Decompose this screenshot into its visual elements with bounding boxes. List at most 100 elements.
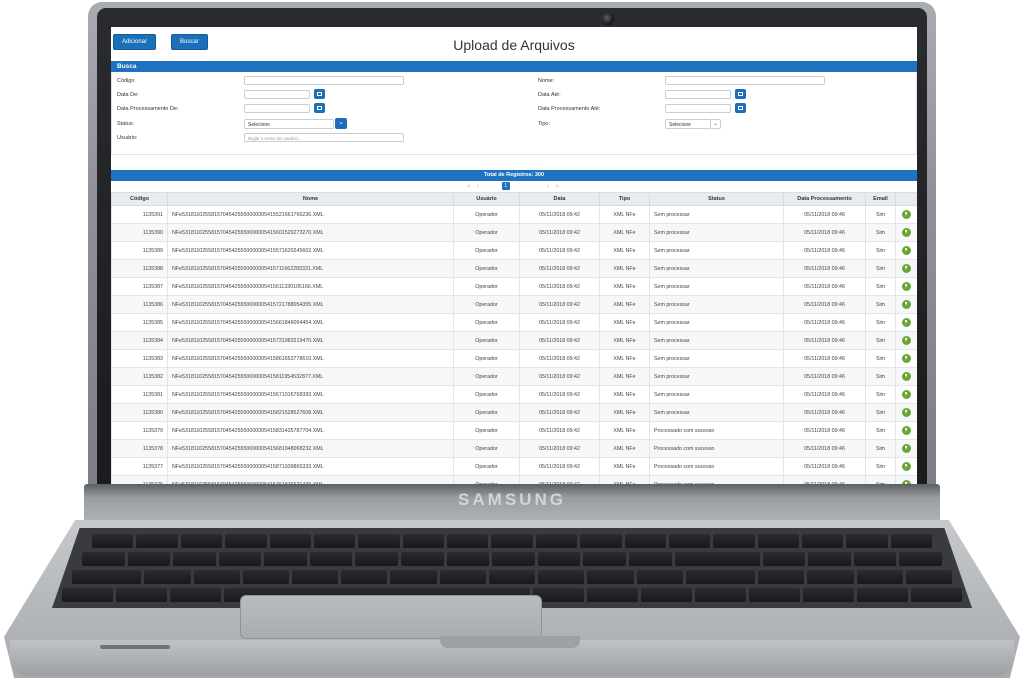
table-cell: 1135386 bbox=[111, 295, 168, 314]
chevron-down-icon[interactable]: ⌄ bbox=[711, 119, 721, 129]
download-icon[interactable] bbox=[902, 300, 911, 309]
data-ate-input[interactable] bbox=[665, 90, 731, 99]
codigo-input[interactable] bbox=[244, 76, 404, 85]
last-page-icon[interactable]: » bbox=[555, 183, 561, 190]
table-row[interactable]: 1135377 NFe531811025581570454255500000054… bbox=[111, 457, 917, 476]
download-icon[interactable] bbox=[902, 444, 911, 453]
table-cell: 05/11/2018 09:42 bbox=[519, 475, 600, 484]
table-cell: Operador bbox=[453, 223, 520, 242]
table-row[interactable]: 1135378 NFe531811025581570454255500000054… bbox=[111, 439, 917, 458]
first-page-icon[interactable]: « bbox=[467, 183, 473, 190]
table-cell: Sim bbox=[865, 223, 896, 242]
download-icon[interactable] bbox=[902, 228, 911, 237]
table-cell: 05/11/2018 09:46 bbox=[783, 205, 866, 224]
table-cell: 05/11/2018 09:42 bbox=[519, 403, 600, 422]
tipo-label: Tipo: bbox=[538, 121, 551, 127]
table-cell: Processado com sucesso bbox=[649, 457, 784, 476]
table-row[interactable]: 1135389 NFe531811025581570454255500000054… bbox=[111, 241, 917, 260]
table-cell: Operador bbox=[453, 475, 520, 484]
prev-page-icon[interactable]: ‹ bbox=[477, 183, 481, 190]
download-cell bbox=[895, 475, 917, 484]
table-row[interactable]: 1135383 NFe531811025581570454255500000054… bbox=[111, 349, 917, 368]
download-icon[interactable] bbox=[902, 282, 911, 291]
table-cell: 1135379 bbox=[111, 421, 168, 440]
table-row[interactable]: 1135387 NFe531811025581570454255500000054… bbox=[111, 277, 917, 296]
proc-ate-input[interactable] bbox=[665, 104, 731, 113]
table-cell: 05/11/2018 09:46 bbox=[783, 403, 866, 422]
table-cell: Sim bbox=[865, 349, 896, 368]
data-ate-label: Data Até: bbox=[538, 92, 561, 98]
nome-label: Nome: bbox=[538, 78, 555, 84]
table-row[interactable]: 1135386 NFe531811025581570454255500000054… bbox=[111, 295, 917, 314]
table-cell: Sem processar bbox=[649, 259, 784, 278]
col-header[interactable]: Código bbox=[111, 192, 168, 206]
col-header[interactable]: Usuário bbox=[453, 192, 520, 206]
col-header[interactable]: Status bbox=[649, 192, 784, 206]
table-cell: XML NFe bbox=[599, 385, 650, 404]
table-row[interactable]: 1135379 NFe531811025581570454255500000054… bbox=[111, 421, 917, 440]
table-cell: XML NFe bbox=[599, 457, 650, 476]
download-cell bbox=[895, 241, 917, 260]
page-title: Upload de Arquivos bbox=[453, 37, 575, 53]
table-cell: NFe5318110255815704542555000000541568194… bbox=[167, 439, 454, 458]
table-row[interactable]: 1135391 NFe531811025581570454255500000054… bbox=[111, 205, 917, 224]
col-header[interactable]: Nome bbox=[167, 192, 454, 206]
table-row[interactable]: 1135384 NFe531811025581570454255500000054… bbox=[111, 331, 917, 350]
table-row[interactable]: 1135380 NFe531811025581570454255500000054… bbox=[111, 403, 917, 422]
table-cell: 05/11/2018 09:42 bbox=[519, 457, 600, 476]
next-page-icon[interactable]: › bbox=[547, 183, 551, 190]
table-cell: Sim bbox=[865, 403, 896, 422]
download-icon[interactable] bbox=[902, 210, 911, 219]
table-cell: NFe5318110255815704542555000000541566184… bbox=[167, 313, 454, 332]
webcam-icon bbox=[602, 13, 614, 25]
table-row[interactable]: 1135381 NFe531811025581570454255500000054… bbox=[111, 385, 917, 404]
proc-de-input[interactable] bbox=[244, 104, 310, 113]
download-icon[interactable] bbox=[902, 246, 911, 255]
table-cell: Operador bbox=[453, 205, 520, 224]
table-cell: NFe5318110255815704542555000000541567101… bbox=[167, 385, 454, 404]
table-cell: Sim bbox=[865, 457, 896, 476]
table-cell: XML NFe bbox=[599, 421, 650, 440]
table-cell: 05/11/2018 09:42 bbox=[519, 313, 600, 332]
data-de-input[interactable] bbox=[244, 90, 310, 99]
col-header[interactable]: Data bbox=[519, 192, 600, 206]
col-header[interactable]: Data Processamento bbox=[783, 192, 866, 206]
download-icon[interactable] bbox=[902, 372, 911, 381]
status-select[interactable]: Selecione bbox=[244, 119, 334, 129]
current-page[interactable]: 1 bbox=[501, 182, 510, 191]
table-row[interactable]: 1135382 NFe531811025581570454255500000054… bbox=[111, 367, 917, 386]
calendar-icon[interactable] bbox=[314, 103, 325, 113]
table-header-row: Código Nome Usuário Data Tipo Status Dat… bbox=[111, 192, 917, 206]
download-cell bbox=[895, 259, 917, 278]
col-header[interactable]: Email bbox=[865, 192, 896, 206]
table-cell: 1135388 bbox=[111, 259, 168, 278]
download-icon[interactable] bbox=[902, 462, 911, 471]
table-cell: Sem processar bbox=[649, 349, 784, 368]
table-row[interactable]: 1135385 NFe531811025581570454255500000054… bbox=[111, 313, 917, 332]
download-icon[interactable] bbox=[902, 336, 911, 345]
usuario-input[interactable]: Digite o nome do usuário... bbox=[244, 133, 404, 142]
calendar-icon[interactable] bbox=[735, 103, 746, 113]
table-row[interactable]: 1135376NFe531811025581570454255500000054… bbox=[111, 475, 917, 484]
download-icon[interactable] bbox=[902, 408, 911, 417]
download-icon[interactable] bbox=[902, 264, 911, 273]
col-header[interactable]: Tipo bbox=[599, 192, 650, 206]
table-row[interactable]: 1135388 NFe531811025581570454255500000054… bbox=[111, 259, 917, 278]
download-icon[interactable] bbox=[902, 318, 911, 327]
table-cell: NFe5318110255815704542555000000541573198… bbox=[167, 331, 454, 350]
download-icon[interactable] bbox=[902, 426, 911, 435]
table-cell: 05/11/2018 09:42 bbox=[519, 223, 600, 242]
table-cell: Operador bbox=[453, 457, 520, 476]
table-row[interactable]: 1135390 NFe531811025581570454255500000054… bbox=[111, 223, 917, 242]
chevron-down-icon[interactable]: ⌄ bbox=[335, 118, 347, 129]
calendar-icon[interactable] bbox=[735, 89, 746, 99]
download-icon[interactable] bbox=[902, 480, 911, 484]
table-cell: 05/11/2018 09:46 bbox=[783, 349, 866, 368]
calendar-icon[interactable] bbox=[314, 89, 325, 99]
nome-input[interactable] bbox=[665, 76, 825, 85]
download-icon[interactable] bbox=[902, 390, 911, 399]
table-cell: 05/11/2018 09:42 bbox=[519, 241, 600, 260]
download-icon[interactable] bbox=[902, 354, 911, 363]
table-cell: Operador bbox=[453, 295, 520, 314]
tipo-select[interactable]: Selecione bbox=[665, 119, 711, 129]
